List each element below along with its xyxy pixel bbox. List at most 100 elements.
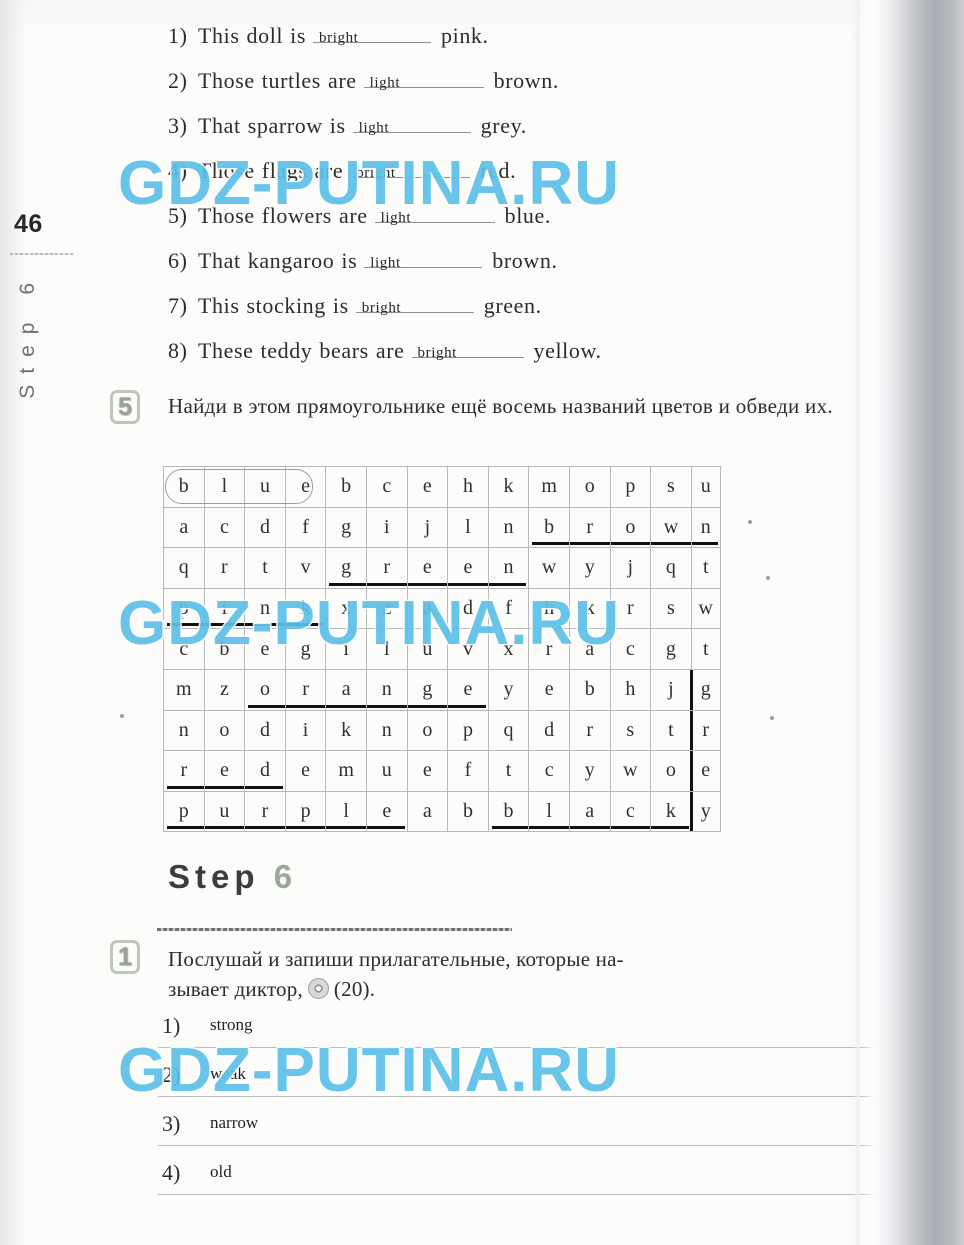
grid-cell[interactable]: x — [325, 587, 367, 630]
grid-cell[interactable]: a — [568, 790, 611, 833]
grid-cell[interactable]: q — [487, 709, 530, 752]
grid-cell[interactable]: o — [203, 709, 246, 752]
grid-cell[interactable]: f — [447, 750, 489, 792]
grid-cell[interactable]: s — [650, 466, 692, 508]
grid-cell[interactable]: n — [365, 668, 408, 711]
grid-cell[interactable]: u — [690, 466, 721, 508]
grid-cell[interactable]: i — [365, 506, 408, 549]
grid-cell[interactable]: b — [487, 790, 530, 833]
grid-cell[interactable]: c — [203, 506, 246, 549]
answer-blank[interactable]: light — [374, 202, 495, 229]
grid-cell[interactable]: u — [406, 628, 449, 670]
grid-cell[interactable]: s — [650, 587, 692, 630]
grid-cell[interactable]: y — [568, 547, 611, 589]
grid-cell[interactable]: s — [609, 709, 652, 752]
grid-cell[interactable]: z — [365, 587, 408, 630]
grid-cell[interactable]: p — [609, 466, 652, 508]
grid-cell[interactable]: q — [163, 547, 205, 589]
grid-cell[interactable]: b — [163, 466, 205, 508]
grid-cell[interactable]: n — [365, 709, 408, 752]
grid-cell[interactable]: p — [163, 587, 205, 630]
grid-cell[interactable]: c — [365, 466, 408, 508]
grid-cell[interactable]: g — [689, 668, 721, 711]
answer-blank[interactable]: light — [363, 67, 484, 94]
grid-cell[interactable]: a — [163, 506, 205, 549]
grid-cell[interactable]: e — [406, 547, 449, 589]
grid-cell[interactable]: p — [163, 790, 205, 833]
grid-cell[interactable]: g — [284, 628, 327, 670]
grid-cell[interactable]: u — [203, 790, 246, 833]
grid-cell[interactable]: d — [447, 587, 489, 630]
grid-cell[interactable]: i — [203, 587, 246, 630]
grid-cell[interactable]: m — [163, 668, 205, 711]
grid-cell[interactable]: r — [365, 547, 408, 589]
grid-cell[interactable]: b — [447, 790, 489, 833]
answer-row[interactable]: 2) weak — [158, 1054, 964, 1103]
grid-cell[interactable]: h — [609, 668, 652, 711]
grid-cell[interactable]: r — [689, 709, 721, 752]
grid-cell[interactable]: n — [487, 506, 530, 549]
grid-cell[interactable]: y — [568, 750, 611, 792]
grid-cell[interactable]: b — [203, 628, 246, 670]
grid-cell[interactable]: a — [568, 628, 611, 670]
grid-cell[interactable]: c — [609, 628, 652, 670]
grid-cell[interactable]: c — [609, 790, 652, 833]
grid-cell[interactable]: z — [203, 668, 246, 711]
grid-cell[interactable]: e — [528, 668, 570, 711]
grid-cell[interactable]: i — [325, 628, 367, 670]
grid-cell[interactable]: q — [650, 547, 692, 589]
grid-cell[interactable]: c — [163, 628, 205, 670]
grid-cell[interactable]: v — [447, 628, 489, 670]
grid-cell[interactable]: e — [203, 750, 246, 792]
grid-cell[interactable]: r — [284, 668, 327, 711]
grid-cell[interactable]: b — [528, 506, 570, 549]
grid-cell[interactable]: j — [650, 668, 692, 711]
grid-cell[interactable]: e — [447, 547, 489, 589]
grid-cell[interactable]: r — [163, 750, 205, 792]
grid-cell[interactable]: j — [609, 547, 652, 589]
grid-cell[interactable]: y — [689, 790, 721, 833]
grid-cell[interactable]: a — [406, 790, 449, 833]
grid-cell[interactable]: o — [406, 709, 449, 752]
grid-cell[interactable]: k — [284, 587, 327, 630]
grid-cell[interactable]: i — [284, 709, 327, 752]
grid-cell[interactable]: r — [244, 790, 286, 833]
answer-row[interactable]: 3) narrow — [158, 1103, 964, 1152]
answer-blank[interactable]: bright — [313, 22, 432, 49]
grid-cell[interactable]: u — [365, 750, 408, 792]
answer-row[interactable]: 4) old — [158, 1152, 964, 1201]
grid-cell[interactable]: d — [244, 709, 286, 752]
grid-cell[interactable]: f — [487, 587, 530, 630]
grid-cell[interactable]: l — [325, 790, 367, 833]
grid-cell[interactable]: g — [325, 547, 367, 589]
grid-cell[interactable]: o — [568, 466, 611, 508]
grid-cell[interactable]: r — [203, 547, 246, 589]
grid-cell[interactable]: x — [487, 628, 530, 670]
grid-cell[interactable]: g — [406, 668, 449, 711]
grid-cell[interactable]: d — [528, 709, 570, 752]
grid-cell[interactable]: e — [406, 750, 449, 792]
grid-cell[interactable]: r — [568, 506, 611, 549]
answer-blank[interactable]: light — [364, 247, 483, 274]
grid-cell[interactable]: y — [487, 668, 530, 711]
grid-cell[interactable]: l — [203, 466, 246, 508]
grid-cell[interactable]: e — [447, 668, 489, 711]
grid-cell[interactable]: u — [244, 466, 286, 508]
grid-cell[interactable]: g — [650, 628, 692, 670]
grid-cell[interactable]: g — [325, 506, 367, 549]
grid-cell[interactable]: r — [528, 628, 570, 670]
grid-cell[interactable]: t — [690, 547, 721, 589]
grid-cell[interactable]: n — [244, 587, 286, 630]
grid-cell[interactable]: e — [689, 750, 721, 792]
grid-cell[interactable]: t — [487, 750, 530, 792]
grid-cell[interactable]: e — [284, 466, 327, 508]
grid-cell[interactable]: e — [284, 750, 327, 792]
grid-cell[interactable]: o — [650, 750, 692, 792]
grid-cell[interactable]: m — [528, 466, 570, 508]
grid-cell[interactable]: p — [447, 709, 489, 752]
grid-cell[interactable]: e — [406, 466, 449, 508]
grid-cell[interactable]: a — [325, 668, 367, 711]
grid-cell[interactable]: w — [609, 750, 652, 792]
answer-row[interactable]: 1) strong — [158, 1005, 964, 1054]
answer-blank[interactable]: bright — [350, 157, 471, 184]
